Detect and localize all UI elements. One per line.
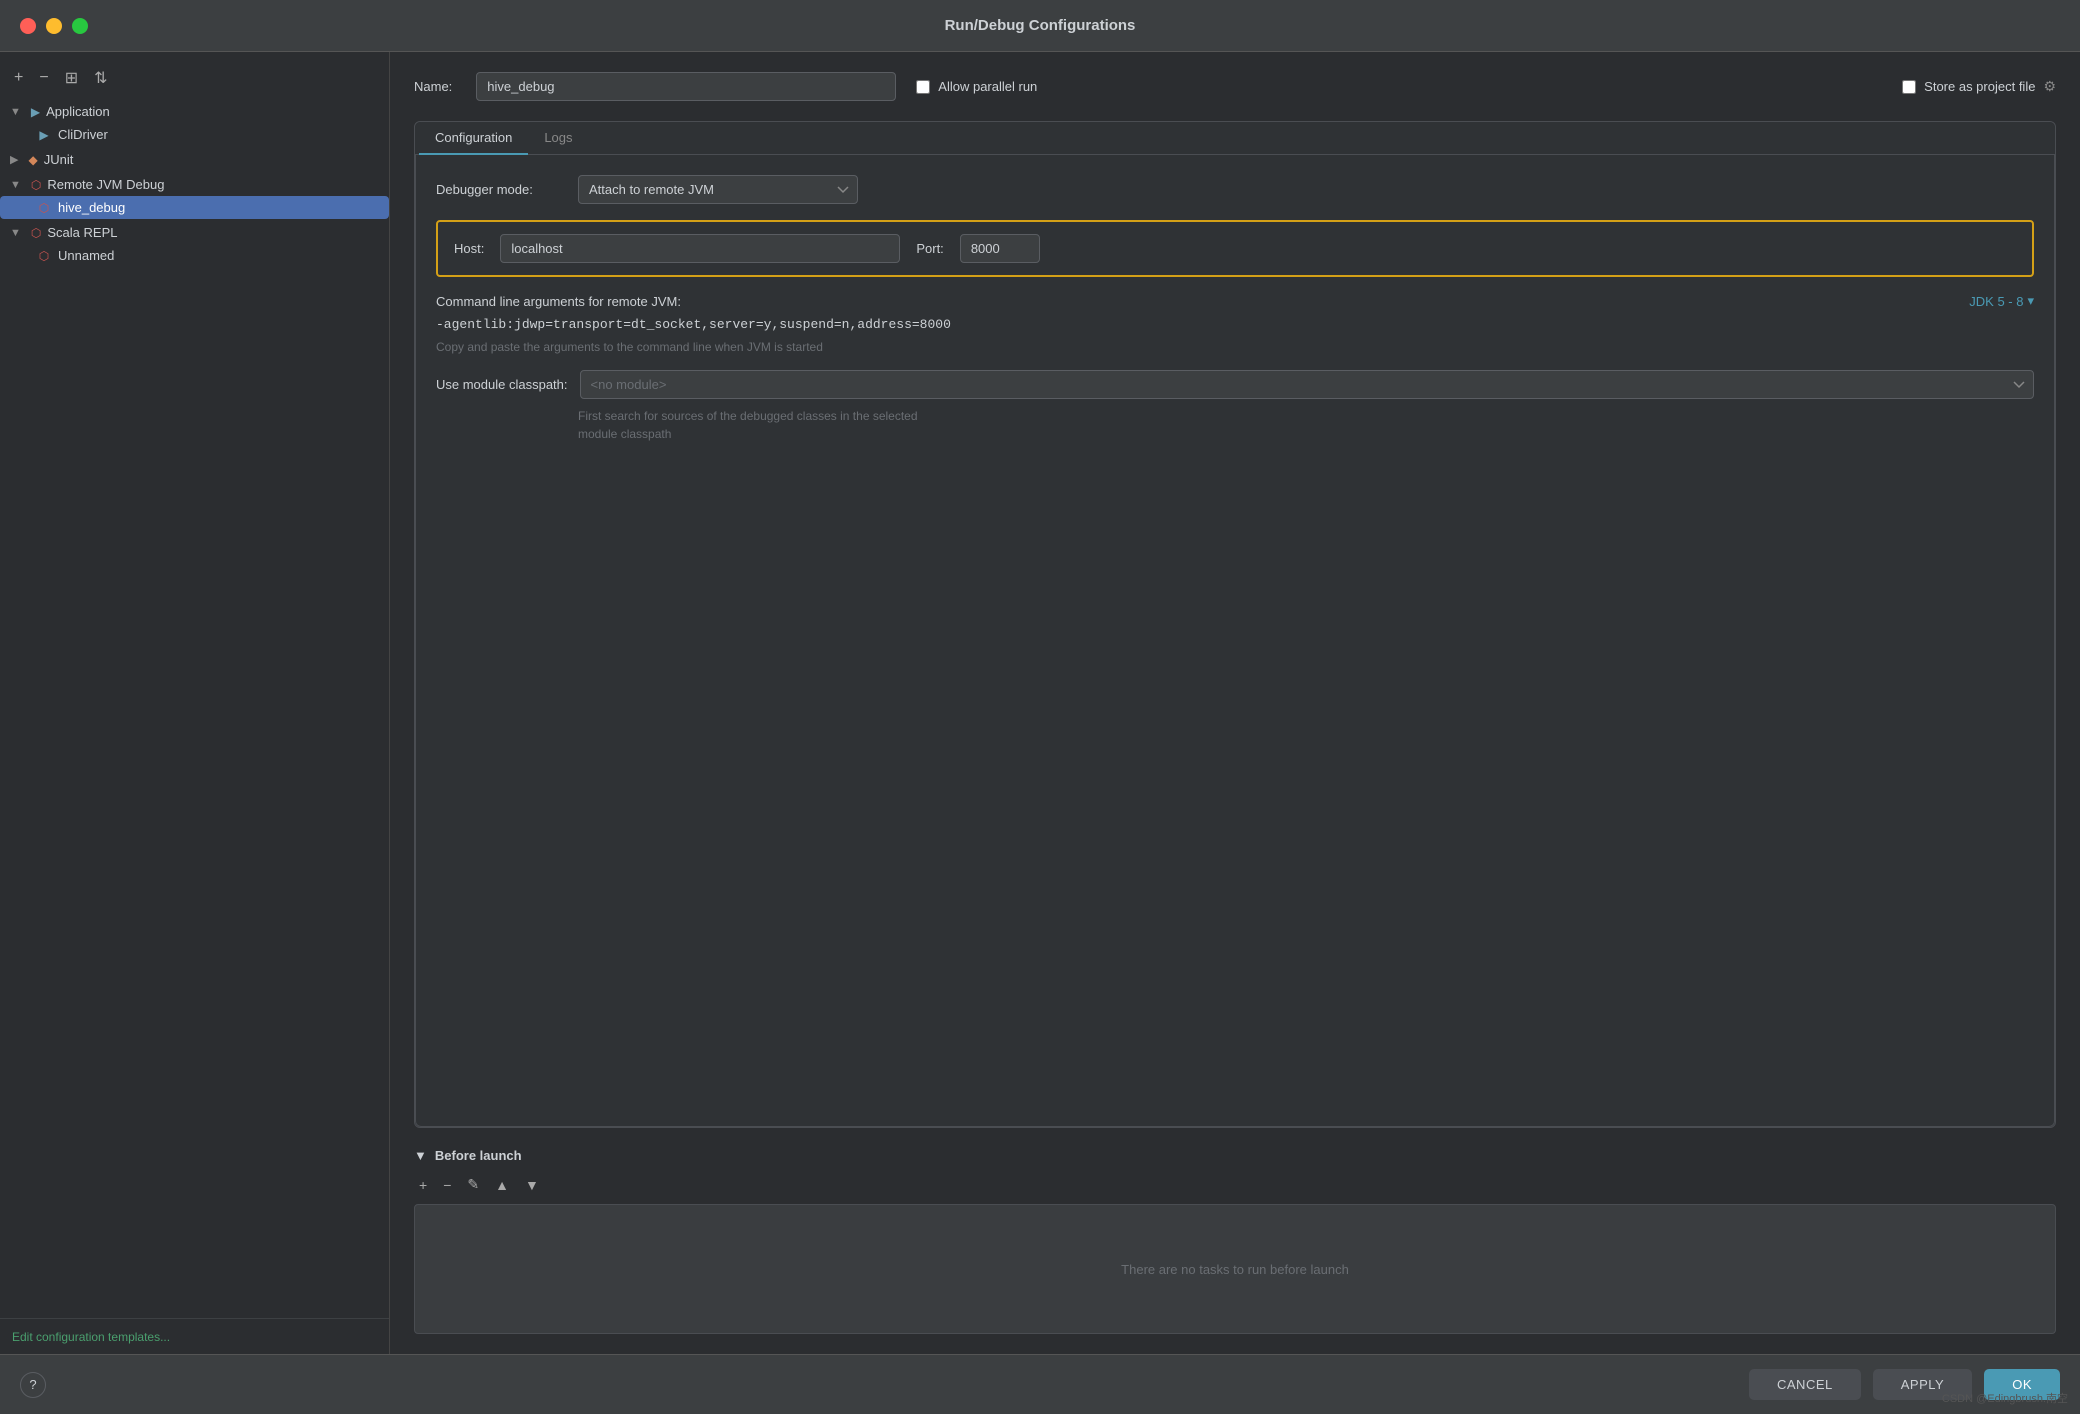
port-label: Port: [916, 241, 943, 256]
maximize-button[interactable] [72, 18, 88, 34]
host-label: Host: [454, 241, 484, 256]
sidebar-group-application: ▼ ▶ Application ▶ CliDriver [0, 100, 389, 146]
application-group-icon: ▶ [31, 105, 40, 119]
no-tasks-text: There are no tasks to run before launch [1121, 1262, 1349, 1277]
host-input[interactable] [500, 234, 900, 263]
debugger-mode-row: Debugger mode: Attach to remote JVM List… [436, 175, 2034, 204]
sidebar-footer: Edit configuration templates... [0, 1318, 389, 1354]
before-launch-section: ▼ Before launch + − ✎ ▲ ▼ There are no t… [414, 1148, 2056, 1334]
tab-configuration[interactable]: Configuration [419, 122, 528, 155]
junit-expand-arrow: ▶ [10, 153, 18, 166]
scala-repl-group-icon: ⬡ [31, 226, 41, 240]
before-launch-remove-button[interactable]: − [438, 1174, 456, 1196]
store-project-group: Store as project file ⚙ [1902, 78, 2056, 95]
sidebar-toolbar: + − ⊞ ⇅ [0, 60, 389, 100]
clidriver-label: CliDriver [58, 127, 108, 142]
allow-parallel-group: Allow parallel run [916, 79, 1037, 94]
traffic-lights [20, 18, 88, 34]
module-hint-line2: module classpath [578, 427, 671, 441]
host-port-box: Host: Port: [436, 220, 2034, 277]
bottom-left: ? [20, 1372, 46, 1398]
before-launch-move-down-button[interactable]: ▼ [520, 1174, 544, 1196]
content-area: Name: Allow parallel run Store as projec… [390, 52, 2080, 1354]
allow-parallel-checkbox[interactable] [916, 80, 930, 94]
clidriver-icon: ▶ [36, 128, 52, 142]
store-project-checkbox[interactable] [1902, 80, 1916, 94]
tab-logs[interactable]: Logs [528, 122, 588, 155]
sidebar-group-remote-jvm: ▼ ⬡ Remote JVM Debug ⬡ hive_debug [0, 173, 389, 219]
tab-bar: Configuration Logs [415, 122, 2055, 155]
sidebar-item-hive-debug[interactable]: ⬡ hive_debug [0, 196, 389, 219]
cmd-hint: Copy and paste the arguments to the comm… [436, 340, 2034, 354]
title-bar: Run/Debug Configurations [0, 0, 2080, 52]
application-expand-arrow: ▼ [10, 106, 21, 118]
sidebar-group-remote-jvm-header[interactable]: ▼ ⬡ Remote JVM Debug [0, 173, 389, 196]
bottom-bar: ? CANCEL APPLY OK [0, 1354, 2080, 1414]
gear-icon[interactable]: ⚙ [2043, 78, 2056, 95]
debugger-mode-select[interactable]: Attach to remote JVM Listen to remote JV… [578, 175, 858, 204]
before-launch-toolbar: + − ✎ ▲ ▼ [414, 1173, 2056, 1196]
before-launch-move-up-button[interactable]: ▲ [490, 1174, 514, 1196]
before-launch-arrow-icon: ▼ [414, 1148, 427, 1163]
module-classpath-row: Use module classpath: <no module> [436, 370, 2034, 399]
junit-group-label: JUnit [44, 152, 74, 167]
before-launch-label: Before launch [435, 1148, 522, 1163]
jdk-link[interactable]: JDK 5 - 8 ▾ [1969, 293, 2034, 309]
cmd-header-row: Command line arguments for remote JVM: J… [436, 293, 2034, 309]
unnamed-label: Unnamed [58, 248, 114, 263]
cmd-value: -agentlib:jdwp=transport=dt_socket,serve… [436, 317, 2034, 332]
header-row: Name: Allow parallel run Store as projec… [414, 72, 2056, 101]
hive-debug-icon: ⬡ [36, 201, 52, 215]
help-button[interactable]: ? [20, 1372, 46, 1398]
add-config-button[interactable]: + [10, 67, 27, 89]
edit-templates-link[interactable]: Edit configuration templates... [12, 1330, 170, 1344]
junit-group-icon: ◆ [28, 153, 37, 167]
module-classpath-select[interactable]: <no module> [580, 370, 2034, 399]
copy-config-button[interactable]: ⊞ [61, 66, 82, 90]
before-launch-area: There are no tasks to run before launch [414, 1204, 2056, 1334]
sidebar-item-unnamed[interactable]: ⬡ Unnamed [0, 244, 389, 267]
cmd-section: Command line arguments for remote JVM: J… [436, 293, 2034, 354]
cancel-button[interactable]: CANCEL [1749, 1369, 1861, 1400]
debugger-mode-label: Debugger mode: [436, 182, 566, 197]
port-input[interactable] [960, 234, 1040, 263]
remote-jvm-expand-arrow: ▼ [10, 179, 21, 191]
before-launch-add-button[interactable]: + [414, 1174, 432, 1196]
sidebar-group-scala-repl: ▼ ⬡ Scala REPL ⬡ Unnamed [0, 221, 389, 267]
sidebar-item-clidriver[interactable]: ▶ CliDriver [0, 123, 389, 146]
store-project-label: Store as project file [1924, 79, 2035, 94]
sidebar-group-junit: ▶ ◆ JUnit [0, 148, 389, 171]
remote-jvm-group-label: Remote JVM Debug [47, 177, 164, 192]
unnamed-icon: ⬡ [36, 249, 52, 263]
remove-config-button[interactable]: − [35, 67, 52, 89]
allow-parallel-label: Allow parallel run [938, 79, 1037, 94]
scala-repl-group-label: Scala REPL [47, 225, 117, 240]
tabs-panel-container: Configuration Logs Debugger mode: Attach… [414, 121, 2056, 1128]
remote-jvm-group-icon: ⬡ [31, 178, 41, 192]
window-title: Run/Debug Configurations [945, 17, 1136, 34]
close-button[interactable] [20, 18, 36, 34]
jdk-arrow-icon: ▾ [2027, 293, 2034, 309]
main-layout: + − ⊞ ⇅ ▼ ▶ Application ▶ CliDriver ▶ ◆ … [0, 52, 2080, 1354]
config-panel: Debugger mode: Attach to remote JVM List… [415, 155, 2055, 1127]
before-launch-header: ▼ Before launch [414, 1148, 2056, 1163]
sidebar-group-application-header[interactable]: ▼ ▶ Application [0, 100, 389, 123]
minimize-button[interactable] [46, 18, 62, 34]
sort-config-button[interactable]: ⇅ [90, 66, 111, 90]
sidebar-group-junit-header[interactable]: ▶ ◆ JUnit [0, 148, 389, 171]
module-hint: First search for sources of the debugged… [578, 407, 2034, 443]
module-hint-line1: First search for sources of the debugged… [578, 409, 918, 423]
watermark: CSDN @Edingbrush.南空 [1942, 1390, 2068, 1406]
module-classpath-label: Use module classpath: [436, 377, 568, 392]
application-group-label: Application [46, 104, 110, 119]
jdk-label: JDK 5 - 8 [1969, 294, 2023, 309]
before-launch-edit-button[interactable]: ✎ [462, 1173, 484, 1196]
name-label: Name: [414, 79, 452, 94]
sidebar: + − ⊞ ⇅ ▼ ▶ Application ▶ CliDriver ▶ ◆ … [0, 52, 390, 1354]
sidebar-group-scala-repl-header[interactable]: ▼ ⬡ Scala REPL [0, 221, 389, 244]
cmd-label: Command line arguments for remote JVM: [436, 294, 681, 309]
name-input[interactable] [476, 72, 896, 101]
hive-debug-label: hive_debug [58, 200, 125, 215]
scala-repl-expand-arrow: ▼ [10, 227, 21, 239]
